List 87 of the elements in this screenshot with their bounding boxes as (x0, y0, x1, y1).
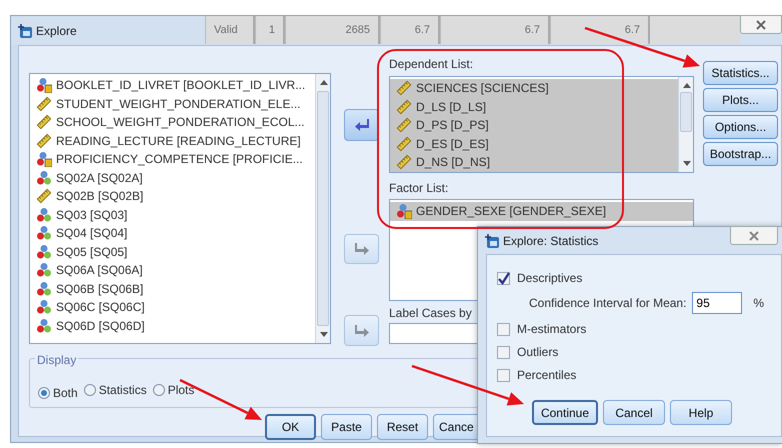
variable-item[interactable]: SCHOOL_WEIGHT_PONDERATION_ECOL... (30, 113, 330, 132)
left-arrow-icon (354, 117, 370, 133)
variable-item[interactable]: SQ02B [SQ02B] (30, 187, 330, 206)
balls-icon (36, 206, 52, 223)
dialog-button[interactable]: Cancel (603, 400, 665, 425)
variable-item[interactable]: GENDER_SEXE [GENDER_SEXE] (390, 202, 693, 220)
balls-icon (36, 244, 52, 260)
radio-label: Plots (168, 382, 194, 399)
checkbox[interactable] (497, 322, 510, 336)
variable-item[interactable]: D_ES [D_ES] (390, 134, 678, 153)
variable-item[interactable]: SQ02A [SQ02A] (30, 168, 330, 187)
scrollbar[interactable] (315, 74, 330, 343)
balls-tag-icon (36, 77, 52, 94)
dialog-button[interactable]: Paste (321, 414, 372, 440)
dialog-button[interactable]: Reset (377, 414, 428, 440)
unit-label: % (753, 295, 764, 312)
variable-item[interactable]: PROFICIENCY_COMPETENCE [PROFICIE... (30, 150, 330, 168)
radio-label: Both (53, 385, 78, 402)
field-label: Confidence Interval for Mean: (529, 295, 686, 312)
checkbox-label: Descriptives (517, 270, 582, 287)
field-label: Label Cases by (389, 307, 473, 320)
variable-item[interactable]: READING_LECTURE [READING_LECTURE] (30, 132, 330, 150)
variable-item[interactable]: BOOKLET_ID_LIVRET [BOOKLET_ID_LIVR... (30, 76, 330, 94)
variable-item[interactable]: D_LS [D_LS] (390, 98, 678, 116)
checkbox-label: Percentiles (517, 367, 576, 384)
radio-button[interactable] (152, 384, 165, 396)
scrollbar-thumb[interactable] (317, 91, 329, 326)
dialog-button[interactable]: Statistics... (703, 61, 778, 85)
variable-item[interactable]: SQ06C [SQ06C] (30, 298, 330, 316)
radio-option[interactable]: Statistics (84, 381, 147, 399)
app-icon (17, 22, 33, 38)
balls-icon (36, 262, 52, 278)
scroll-up-icon (682, 82, 692, 89)
window-title: Explore: Statistics (503, 232, 598, 250)
dialog-button[interactable]: Bootstrap... (703, 142, 778, 166)
field-label: Factor List: (389, 182, 450, 195)
radio-option[interactable]: Both (38, 384, 78, 402)
checkbox-label: Outliers (517, 344, 558, 361)
dialog-button[interactable]: Options... (703, 115, 778, 139)
variable-item[interactable]: SCIENCES [SCIENCES] (390, 79, 678, 98)
scrollbar-thumb[interactable] (680, 92, 692, 132)
dependent-list[interactable]: SCIENCES [SCIENCES] D_LS [D_LS] D_PS [D_PS] D_ES [D_ES] D_NS [D_NS] (389, 76, 694, 173)
variable-item[interactable]: SQ06D [SQ06D] (30, 316, 330, 335)
variable-item[interactable]: D_PS [D_PS] (390, 116, 678, 134)
checkbox[interactable] (497, 272, 510, 284)
radio-label: Statistics (98, 382, 147, 399)
checkbox[interactable] (497, 346, 510, 358)
check-icon (497, 272, 510, 284)
close-icon (748, 230, 760, 242)
dialog-button[interactable]: Help (670, 400, 732, 425)
right-arrow-icon (354, 322, 370, 338)
move-button[interactable] (344, 109, 379, 141)
variable-item[interactable]: SQ03 [SQ03] (30, 206, 330, 224)
variable-item[interactable]: D_NS [D_NS] (390, 153, 678, 172)
checkbox-label: M-estimators (517, 321, 586, 338)
confidence-field[interactable]: 95 (692, 292, 742, 314)
balls-tag-icon (36, 151, 52, 168)
field-label: Dependent List: (389, 58, 474, 71)
variable-list[interactable] (29, 73, 331, 344)
dialog-button[interactable]: Plots... (703, 88, 778, 112)
radio-button[interactable] (38, 387, 50, 399)
checkbox[interactable] (497, 368, 510, 382)
variable-item[interactable]: SQ06B [SQ06B] (30, 280, 330, 298)
balls-icon (36, 225, 52, 242)
scrollbar[interactable] (678, 77, 693, 172)
balls-tag-icon (396, 203, 412, 220)
balls-icon (36, 318, 52, 334)
app-icon (484, 232, 500, 248)
scroll-down-icon (319, 331, 329, 338)
dialog-button[interactable]: OK (265, 414, 316, 440)
window-title: Explore (36, 22, 77, 40)
right-arrow-icon (354, 241, 370, 257)
radio-option[interactable]: Plots (152, 381, 194, 399)
dialog-button[interactable]: Continue (532, 400, 598, 425)
scroll-down-icon (682, 160, 692, 167)
close-button[interactable] (740, 15, 782, 34)
variable-item[interactable]: STUDENT_WEIGHT_PONDERATION_ELE... (30, 94, 330, 113)
close-icon (755, 18, 767, 30)
balls-icon (36, 170, 52, 186)
balls-icon (36, 280, 52, 297)
radio-button[interactable] (84, 384, 96, 396)
variable-item[interactable]: SQ06A [SQ06A] (30, 261, 330, 280)
variable-item[interactable]: SQ04 [SQ04] (30, 224, 330, 242)
balls-icon (36, 299, 52, 316)
scroll-up-icon (319, 79, 329, 86)
variable-item[interactable]: SQ05 [SQ05] (30, 242, 330, 261)
close-button[interactable] (730, 226, 778, 245)
